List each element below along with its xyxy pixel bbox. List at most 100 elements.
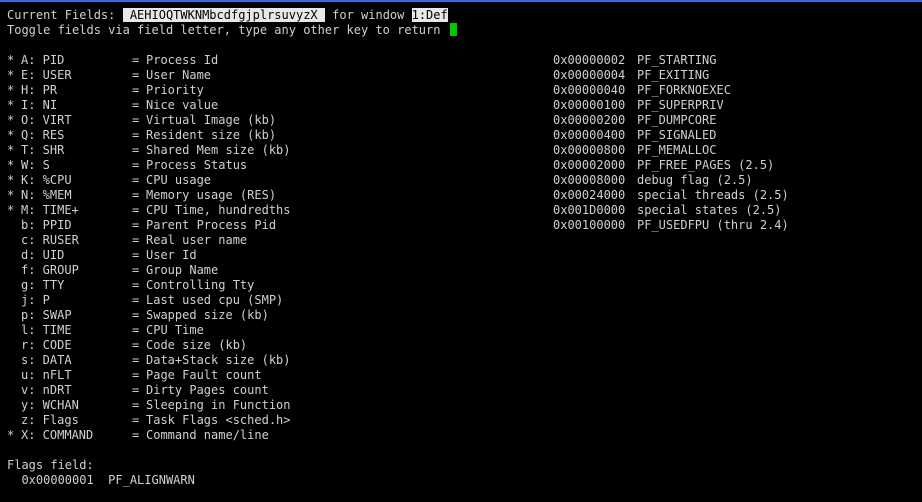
flag-name: PF_MEMALLOC (637, 143, 717, 157)
field-selected-marker: * (7, 83, 15, 97)
field-description: Virtual Image (kb) (146, 113, 277, 127)
field-description: Group Name (146, 263, 219, 277)
field-key: u: nFLT (21, 368, 72, 382)
field-description: Priority (146, 83, 204, 97)
flag-row: 0x00000200 PF_DUMPCORE (553, 113, 716, 128)
field-row[interactable]: z: Flags = Task Flags <sched.h> (7, 413, 291, 428)
field-key: K: %CPU (21, 173, 72, 187)
field-description: Code size (kb) (146, 338, 248, 352)
field-row[interactable]: * I: NI = Nice value (7, 98, 218, 113)
flags-field-value: 0x00000001 PF_ALIGNWARN (7, 473, 195, 487)
help-text: Toggle fields via field letter, type any… (7, 23, 448, 37)
flag-name: PF_FORKNOEXEC (637, 83, 731, 97)
field-equals: = (132, 293, 140, 307)
field-equals: = (132, 68, 140, 82)
field-selected-marker: * (7, 143, 15, 157)
field-equals: = (132, 263, 140, 277)
field-equals: = (132, 323, 140, 337)
field-selected-marker: * (7, 98, 15, 112)
field-row[interactable]: * N: %MEM = Memory usage (RES) (7, 188, 276, 203)
field-row[interactable]: * X: COMMAND = Command name/line (7, 428, 269, 443)
terminal-cursor[interactable] (449, 23, 457, 36)
field-key: j: P (21, 293, 50, 307)
field-row[interactable]: b: PPID = Parent Process Pid (7, 218, 276, 233)
field-description: Resident size (kb) (146, 128, 277, 142)
field-equals: = (132, 143, 140, 157)
field-description: Memory usage (RES) (146, 188, 277, 202)
field-key: f: GROUP (21, 263, 79, 277)
field-key: A: PID (21, 53, 65, 67)
flag-hex: 0x00000002 (553, 53, 626, 67)
field-key: W: S (21, 158, 50, 172)
field-equals: = (132, 83, 140, 97)
field-selected-marker: * (7, 428, 15, 442)
field-row[interactable]: c: RUSER = Real user name (7, 233, 247, 248)
flag-name: PF_SUPERPRIV (637, 98, 724, 112)
flag-name: special states (2.5) (637, 203, 782, 217)
field-description: Command name/line (146, 428, 269, 442)
field-selected-marker: * (7, 203, 15, 217)
field-row[interactable]: * M: TIME+ = CPU Time, hundredths (7, 203, 291, 218)
field-key: v: nDRT (21, 383, 72, 397)
field-key: d: UID (21, 248, 65, 262)
field-key: H: PR (21, 83, 58, 97)
field-row[interactable]: d: UID = User Id (7, 248, 197, 263)
field-description: CPU usage (146, 173, 212, 187)
field-row[interactable]: * A: PID = Process Id (7, 53, 218, 68)
field-row[interactable]: f: GROUP = Group Name (7, 263, 218, 278)
field-row[interactable]: s: DATA = Data+Stack size (kb) (7, 353, 291, 368)
flag-hex: 0x00000400 (553, 128, 626, 142)
field-row[interactable]: * H: PR = Priority (7, 83, 204, 98)
field-description: Page Fault count (146, 368, 262, 382)
flag-row: 0x00000800 PF_MEMALLOC (553, 143, 716, 158)
field-description: CPU Time (146, 323, 204, 337)
field-key: p: SWAP (21, 308, 72, 322)
field-equals: = (132, 383, 140, 397)
field-row[interactable]: r: CODE = Code size (kb) (7, 338, 247, 353)
field-row[interactable]: y: WCHAN = Sleeping in Function (7, 398, 291, 413)
field-equals: = (132, 338, 140, 352)
field-row[interactable]: u: nFLT = Page Fault count (7, 368, 262, 383)
flag-row: 0x00000004 PF_EXITING (553, 68, 709, 83)
field-selected-marker: * (7, 158, 15, 172)
field-key: X: COMMAND (21, 428, 94, 442)
terminal-window[interactable]: Current Fields: AEHIOQTWKNMbcdfgjplrsuvy… (0, 0, 922, 502)
field-description: Process Status (146, 158, 248, 172)
flag-row: 0x00000002 PF_STARTING (553, 53, 716, 68)
field-equals: = (132, 428, 140, 442)
field-row[interactable]: v: nDRT = Dirty Pages count (7, 383, 269, 398)
field-description: Data+Stack size (kb) (146, 353, 291, 367)
field-key: M: TIME+ (21, 203, 79, 217)
field-key: b: PPID (21, 218, 72, 232)
field-row[interactable]: * O: VIRT = Virtual Image (kb) (7, 113, 276, 128)
field-key: T: SHR (21, 143, 65, 157)
field-row[interactable]: * Q: RES = Resident size (kb) (7, 128, 276, 143)
field-row[interactable]: * T: SHR = Shared Mem size (kb) (7, 143, 291, 158)
flag-row: 0x00024000 special threads (2.5) (553, 188, 789, 203)
field-description: Nice value (146, 98, 219, 112)
flag-name: PF_STARTING (637, 53, 717, 67)
field-selected-marker: * (7, 128, 15, 142)
flag-name: debug flag (2.5) (637, 173, 753, 187)
field-key: z: Flags (21, 413, 79, 427)
field-selected-marker: * (7, 68, 15, 82)
field-description: Swapped size (kb) (146, 308, 269, 322)
field-row[interactable]: l: TIME = CPU Time (7, 323, 204, 338)
field-row[interactable]: * E: USER = User Name (7, 68, 211, 83)
field-row[interactable]: p: SWAP = Swapped size (kb) (7, 308, 269, 323)
flag-row: 0x00000100 PF_SUPERPRIV (553, 98, 724, 113)
field-equals: = (132, 113, 140, 127)
flag-hex: 0x00100000 (553, 218, 626, 232)
field-row[interactable]: * K: %CPU = CPU usage (7, 173, 211, 188)
field-row[interactable]: g: TTY = Controlling Tty (7, 278, 254, 293)
field-key: O: VIRT (21, 113, 72, 127)
flag-name: PF_EXITING (637, 68, 710, 82)
field-equals: = (132, 173, 140, 187)
field-description: Process Id (146, 53, 219, 67)
field-row[interactable]: * W: S = Process Status (7, 158, 247, 173)
field-row[interactable]: j: P = Last used cpu (SMP) (7, 293, 283, 308)
flag-name: PF_FREE_PAGES (2.5) (637, 158, 775, 172)
fields-string: AEHIOQTWKNMbcdfgjplrsuvyzX (122, 8, 325, 22)
field-equals: = (132, 278, 140, 292)
field-key: c: RUSER (21, 233, 79, 247)
